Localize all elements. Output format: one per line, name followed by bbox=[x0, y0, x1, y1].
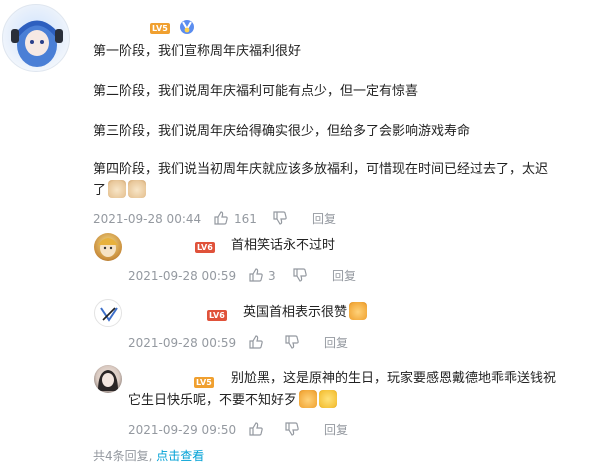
like-icon[interactable] bbox=[248, 267, 264, 283]
dislike-icon[interactable] bbox=[272, 210, 288, 226]
comment-line: 第三阶段，我们说周年庆给得确实很少，但给多了会影响游戏寿命 bbox=[93, 124, 471, 139]
comment-time: 2021-09-29 09:50 bbox=[128, 423, 237, 437]
reply-text: 首相笑话永不过时 bbox=[231, 238, 336, 253]
sticker-icon bbox=[319, 390, 338, 408]
comment-line: 第一阶段，我们宣称周年庆福利很好 bbox=[93, 44, 302, 59]
reply-count-footer: 共4条回复, 点击查看 bbox=[93, 447, 204, 464]
sticker-icon bbox=[299, 390, 318, 408]
comment-time: 2021-09-28 00:44 bbox=[93, 212, 202, 226]
level-badge: LV5 bbox=[194, 377, 214, 388]
comment-line-end: 了 bbox=[93, 180, 147, 201]
dislike-icon[interactable] bbox=[284, 334, 300, 350]
like-icon[interactable] bbox=[248, 421, 264, 437]
view-replies-link[interactable]: 点击查看 bbox=[156, 449, 204, 463]
medal-icon bbox=[178, 18, 196, 36]
level-badge: LV6 bbox=[207, 310, 227, 321]
level-badge: LV6 bbox=[195, 242, 215, 253]
reply-button[interactable]: 回复 bbox=[324, 335, 348, 351]
reply-button[interactable]: 回复 bbox=[324, 422, 348, 438]
comment-line: 了 bbox=[93, 183, 107, 198]
dislike-icon[interactable] bbox=[292, 267, 308, 283]
sticker-icon bbox=[349, 302, 368, 320]
sticker-icon bbox=[108, 180, 127, 198]
reply-text-row: 英国首相表示很赞 bbox=[243, 302, 368, 323]
level-badge: LV5 bbox=[150, 23, 170, 34]
comment-time: 2021-09-28 00:59 bbox=[128, 336, 237, 350]
like-count: 161 bbox=[234, 212, 257, 226]
dislike-icon[interactable] bbox=[284, 421, 300, 437]
reply-button[interactable]: 回复 bbox=[312, 211, 336, 227]
like-count: 3 bbox=[268, 269, 276, 283]
comment-line: 第四阶段，我们说当初周年庆就应该多放福利，可惜现在时间已经过去了，太迟 bbox=[93, 162, 549, 177]
avatar[interactable] bbox=[2, 4, 70, 72]
comment-line: 第二阶段，我们说周年庆福利可能有点少，但一定有惊喜 bbox=[93, 84, 419, 99]
reply-text: 它生日快乐呢，不要不知好歹 bbox=[128, 393, 298, 408]
sticker-icon bbox=[128, 180, 147, 198]
reply-button[interactable]: 回复 bbox=[332, 268, 356, 284]
comment-time: 2021-09-28 00:59 bbox=[128, 269, 237, 283]
avatar[interactable] bbox=[94, 365, 122, 393]
avatar[interactable] bbox=[94, 233, 122, 261]
avatar[interactable] bbox=[94, 299, 122, 327]
like-icon[interactable] bbox=[248, 334, 264, 350]
reply-text: 英国首相表示很赞 bbox=[243, 305, 348, 320]
reply-count: 共4条回复, bbox=[93, 449, 153, 463]
like-icon[interactable] bbox=[213, 210, 229, 226]
reply-text: 别尬黑，这是原神的生日，玩家要感恩戴德地乖乖送钱祝 bbox=[231, 371, 557, 386]
reply-text-row: 它生日快乐呢，不要不知好歹 bbox=[128, 390, 338, 411]
